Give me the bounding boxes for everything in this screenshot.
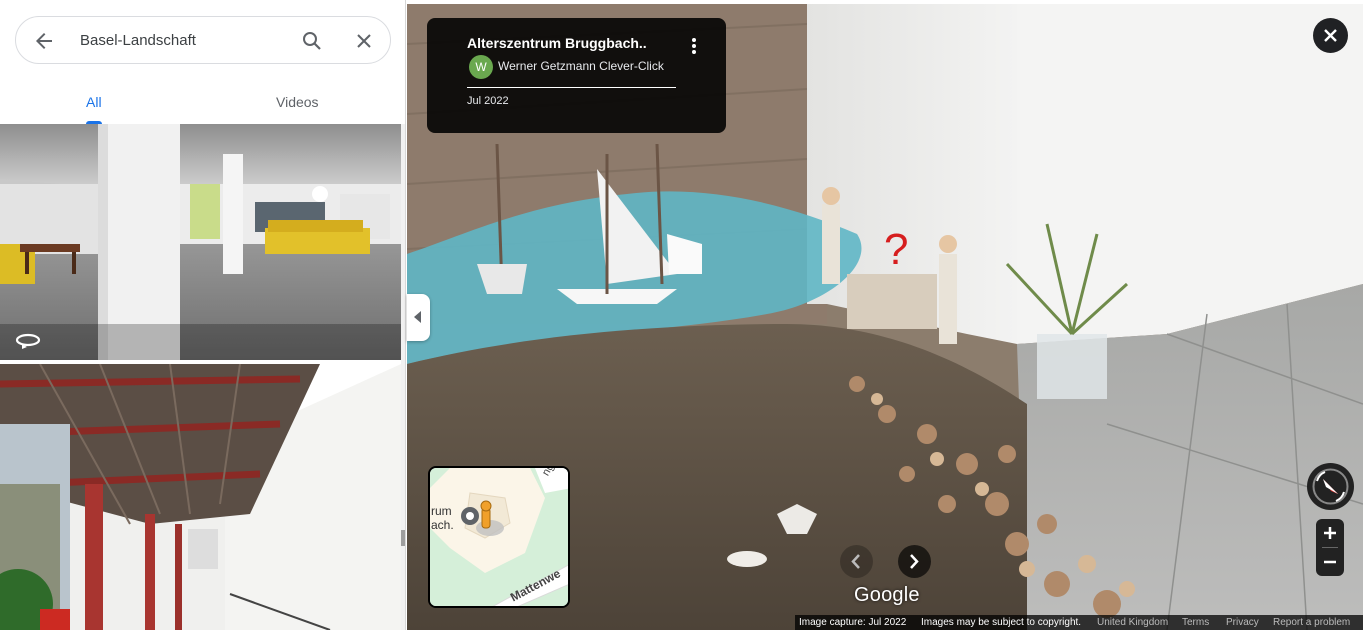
photo-thumbnail-walkway[interactable] [0,364,401,630]
zoom-in-button[interactable] [1316,519,1344,547]
minimap-place-label-2: ach. [431,518,454,532]
minus-icon [1324,560,1336,564]
media-tabs: All Videos [0,80,405,124]
region-link[interactable]: United Kingdom [1097,617,1168,628]
chevron-left-icon [851,554,860,569]
previous-photo-button[interactable] [840,545,873,578]
zoom-out-button[interactable] [1316,548,1344,576]
walkway-photo [0,364,401,630]
terms-link[interactable]: Terms [1182,617,1209,628]
side-panel: Basel-Landschaft All Videos [0,0,406,630]
privacy-link[interactable]: Privacy [1226,617,1259,628]
attribution-bar: Image capture: Jul 2022 Images may be su… [795,615,1363,630]
chevron-left-icon [414,311,421,323]
image-capture-date: Image capture: Jul 2022 [799,617,907,628]
svg-text:?: ? [884,225,908,274]
search-input[interactable]: Basel-Landschaft [80,32,196,49]
photo-date: Jul 2022 [467,95,509,107]
zoom-control [1316,519,1344,576]
compass-icon [1312,468,1349,505]
next-photo-button[interactable] [898,545,931,578]
copyright-notice: Images may be subject to copyright. [921,617,1082,628]
search-icon[interactable] [300,29,324,53]
google-logo: Google [854,584,920,606]
tab-all[interactable]: All [86,94,102,110]
report-problem-link[interactable]: Report a problem [1273,617,1350,628]
lobby-photo [0,124,401,360]
panel-scroll-thumb[interactable] [401,530,405,546]
author-avatar[interactable]: W [469,55,493,79]
compass-button[interactable] [1307,463,1354,510]
panel-scrollbar[interactable] [401,124,405,630]
chevron-right-icon [910,554,919,569]
close-viewer-button[interactable] [1313,18,1348,53]
minimap-place-label: rum [431,504,452,518]
close-icon [1324,29,1337,42]
tab-videos[interactable]: Videos [276,94,319,110]
collapse-panel-button[interactable] [407,294,430,341]
search-box[interactable]: Basel-Landschaft [15,16,391,64]
photo-info-card: Alterszentrum Bruggbach.. W Werner Getzm… [427,18,726,133]
minimap[interactable]: rum ach. ng Mattenwe [428,466,570,608]
author-name[interactable]: Werner Getzmann Clever-Click [498,59,664,73]
minimap-graphic [430,468,568,606]
card-divider [467,87,676,88]
panorama-360-icon [15,333,41,349]
back-arrow-icon[interactable] [32,29,56,53]
clear-search-icon[interactable] [352,29,376,53]
photo-thumbnail-lobby[interactable] [0,124,401,360]
more-options-icon[interactable] [689,37,699,55]
plus-icon [1324,527,1336,539]
maps-window: Basel-Landschaft All Videos ? Alterszent… [0,0,1363,630]
place-title[interactable]: Alterszentrum Bruggbach.. [467,35,647,51]
